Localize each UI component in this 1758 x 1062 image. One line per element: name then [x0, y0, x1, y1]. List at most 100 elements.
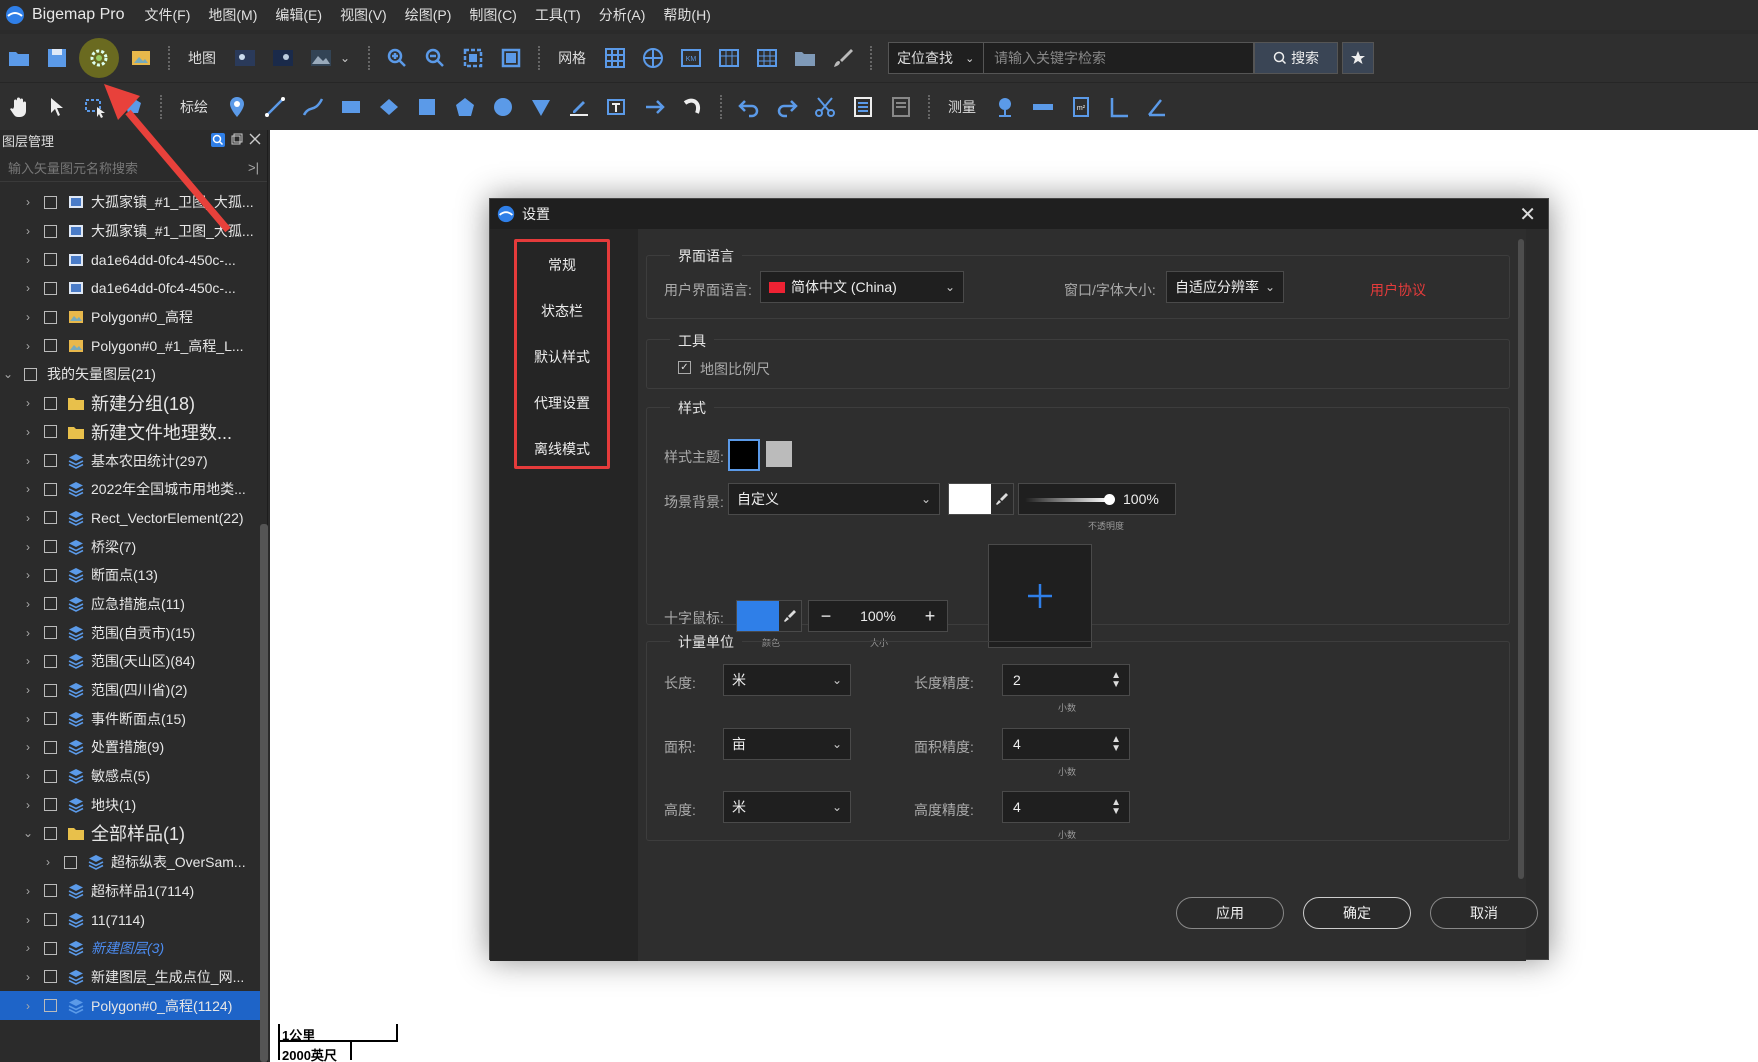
- sector-icon[interactable]: [525, 91, 557, 123]
- layer-visibility-checkbox[interactable]: [44, 999, 57, 1013]
- label-text-icon[interactable]: [601, 91, 633, 123]
- map-dropdown-chevron-icon[interactable]: ⌄: [340, 51, 350, 65]
- menu-view[interactable]: 视图(V): [340, 5, 387, 25]
- chevron-right-icon[interactable]: ›: [40, 855, 56, 869]
- layer-tree-row[interactable]: › 断面点(13): [0, 561, 267, 590]
- menu-file[interactable]: 文件(F): [145, 5, 191, 25]
- layer-visibility-checkbox[interactable]: [44, 970, 57, 984]
- layer-tree-row[interactable]: › 2022年全国城市用地类...: [0, 475, 267, 504]
- folder-grid-icon[interactable]: [789, 42, 821, 74]
- scene-bg-color-swatch[interactable]: [948, 483, 1014, 515]
- layer-visibility-checkbox[interactable]: [44, 454, 57, 468]
- panel-close-icon[interactable]: [249, 133, 261, 145]
- search-input[interactable]: 请输入关键字检索: [984, 42, 1255, 74]
- layer-tree-row[interactable]: › 基本农田统计(297): [0, 446, 267, 475]
- layer-tree-row[interactable]: ⌄ 我的矢量图层(21): [0, 360, 267, 389]
- layer-visibility-checkbox[interactable]: [44, 597, 57, 611]
- grid-icon[interactable]: [599, 42, 631, 74]
- layer-tree-row[interactable]: › 新建分组(18): [0, 389, 267, 418]
- text-underline-icon[interactable]: [563, 91, 595, 123]
- layer-tree-row[interactable]: › 地块(1): [0, 790, 267, 819]
- layer-visibility-checkbox[interactable]: [44, 826, 57, 840]
- redo-icon[interactable]: [771, 91, 803, 123]
- menu-analysis[interactable]: 分析(A): [599, 5, 646, 25]
- spinner-arrows-icon[interactable]: ▲ ▼: [1111, 798, 1121, 817]
- km-grid-icon[interactable]: KM: [675, 42, 707, 74]
- mgrs-grid-icon[interactable]: [751, 42, 783, 74]
- menu-cartography[interactable]: 制图(C): [469, 5, 516, 25]
- favorite-star-button[interactable]: [1342, 42, 1375, 74]
- layer-visibility-checkbox[interactable]: [44, 396, 57, 410]
- layer-visibility-checkbox[interactable]: [44, 195, 57, 209]
- open-folder-icon[interactable]: [3, 42, 35, 74]
- measure-height-icon[interactable]: [1103, 91, 1135, 123]
- polygon-icon[interactable]: [373, 91, 405, 123]
- area-precision-spinner[interactable]: 4 ▲ ▼: [1002, 728, 1130, 760]
- satellite-map-icon[interactable]: [229, 42, 261, 74]
- dialog-scrollbar[interactable]: [1518, 239, 1524, 879]
- layer-visibility-checkbox[interactable]: [44, 740, 57, 754]
- curved-arrow-icon[interactable]: [677, 91, 709, 123]
- select-arrow-icon[interactable]: [41, 91, 73, 123]
- chevron-right-icon[interactable]: ›: [20, 683, 36, 697]
- layer-tree-row[interactable]: › Polygon#0_#1_高程_L...: [0, 331, 267, 360]
- layer-visibility-checkbox[interactable]: [64, 855, 77, 869]
- chevron-right-icon[interactable]: ›: [20, 798, 36, 812]
- chevron-down-icon[interactable]: ⌄: [0, 367, 16, 381]
- chevron-right-icon[interactable]: ›: [20, 396, 36, 410]
- dialog-close-icon[interactable]: ✕: [1519, 202, 1536, 227]
- zoom-in-icon[interactable]: [381, 42, 413, 74]
- layer-tree-row[interactable]: › da1e64dd-0fc4-450c-...: [0, 245, 267, 274]
- layer-tree-row[interactable]: ⌄ 全部样品(1): [0, 819, 267, 848]
- layer-visibility-checkbox[interactable]: [44, 511, 57, 525]
- user-agreement-link[interactable]: 用户协议: [1370, 280, 1426, 300]
- chevron-right-icon[interactable]: ›: [20, 884, 36, 898]
- layer-tree-row[interactable]: › 新建文件地理数...: [0, 418, 267, 447]
- layer-visibility-checkbox[interactable]: [44, 281, 57, 295]
- measure-area-icon[interactable]: m²: [1065, 91, 1097, 123]
- layer-tree-row[interactable]: › 新建图层(3): [0, 934, 267, 963]
- layer-tree-row[interactable]: › Rect_VectorElement(22): [0, 504, 267, 533]
- opacity-knob[interactable]: [1104, 494, 1115, 505]
- spinner-arrows-icon[interactable]: ▲ ▼: [1111, 735, 1121, 754]
- height-unit-select[interactable]: 米 ⌄: [723, 791, 851, 823]
- fullscreen-icon[interactable]: [495, 42, 527, 74]
- layer-tree-row[interactable]: › Polygon#0_高程(1124): [0, 991, 267, 1020]
- font-size-select[interactable]: 自适应分辨率 ⌄: [1166, 271, 1284, 303]
- menu-map[interactable]: 地图(M): [208, 5, 257, 25]
- minus-icon[interactable]: −: [809, 606, 843, 627]
- pan-hand-icon[interactable]: [3, 91, 35, 123]
- layer-visibility-checkbox[interactable]: [44, 425, 57, 439]
- cursor-size-stepper[interactable]: − 100% +: [808, 600, 948, 632]
- chevron-right-icon[interactable]: ›: [20, 511, 36, 525]
- scale-checkbox[interactable]: ✓: [678, 361, 691, 374]
- select-box-icon[interactable]: [79, 91, 111, 123]
- nav-offline[interactable]: 离线模式: [517, 426, 607, 472]
- layer-visibility-checkbox[interactable]: [44, 339, 57, 353]
- scene-bg-select[interactable]: 自定义 ⌄: [728, 483, 940, 515]
- layer-tree-row[interactable]: › da1e64dd-0fc4-450c-...: [0, 274, 267, 303]
- layer-visibility-checkbox[interactable]: [44, 654, 57, 668]
- layer-visibility-checkbox[interactable]: [44, 913, 57, 927]
- layer-visibility-checkbox[interactable]: [44, 683, 57, 697]
- layer-visibility-checkbox[interactable]: [44, 712, 57, 726]
- layer-panel-scrollbar[interactable]: [260, 524, 268, 1062]
- menu-help[interactable]: 帮助(H): [663, 5, 710, 25]
- layer-visibility-checkbox[interactable]: [44, 310, 57, 324]
- layer-visibility-checkbox[interactable]: [44, 769, 57, 783]
- chevron-right-icon[interactable]: ›: [20, 597, 36, 611]
- measure-point-icon[interactable]: [989, 91, 1021, 123]
- length-unit-select[interactable]: 米 ⌄: [723, 664, 851, 696]
- scissors-icon[interactable]: [809, 91, 841, 123]
- chevron-right-icon[interactable]: ›: [20, 482, 36, 496]
- layer-tree-row[interactable]: › 敏感点(5): [0, 762, 267, 791]
- layer-visibility-checkbox[interactable]: [44, 540, 57, 554]
- layer-visibility-checkbox[interactable]: [44, 253, 57, 267]
- pentagon-icon[interactable]: [449, 91, 481, 123]
- nav-general[interactable]: 常规: [517, 242, 607, 288]
- menu-tools[interactable]: 工具(T): [535, 5, 581, 25]
- chevron-down-icon[interactable]: ⌄: [20, 826, 36, 840]
- chevron-right-icon[interactable]: ›: [20, 740, 36, 754]
- layer-visibility-checkbox[interactable]: [44, 482, 57, 496]
- chevron-right-icon[interactable]: ›: [20, 712, 36, 726]
